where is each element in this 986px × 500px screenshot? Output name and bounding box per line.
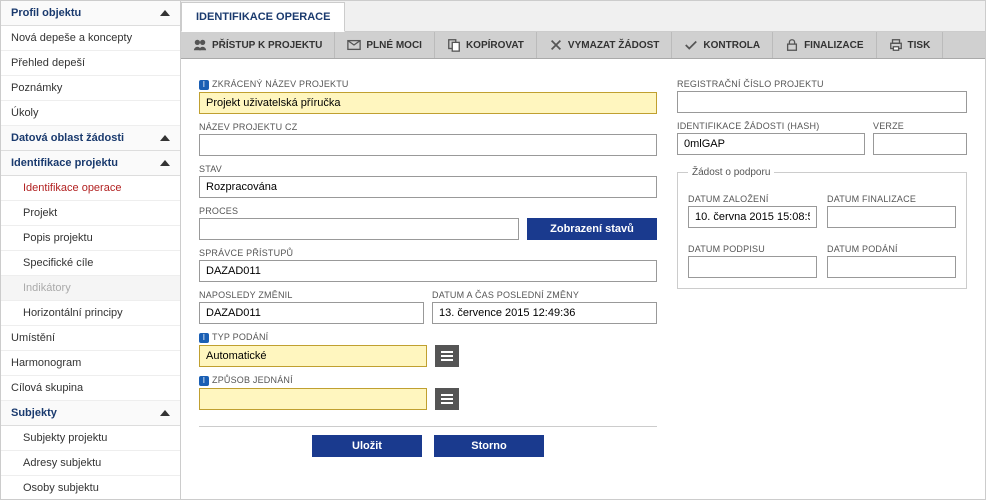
sidebar-label: Identifikace projektu <box>11 157 118 169</box>
tool-plne-moci[interactable]: PLNÉ MOCI <box>335 32 435 58</box>
copy-icon <box>447 38 461 52</box>
dat-finalizace-input[interactable] <box>827 206 956 228</box>
tool-pristup[interactable]: PŘÍSTUP K PROJEKTU <box>181 32 335 58</box>
verze-label: VERZE <box>873 121 967 131</box>
proces-input[interactable] <box>199 218 519 240</box>
cancel-button[interactable]: Storno <box>434 435 544 457</box>
tool-label: TISK <box>908 40 931 51</box>
sidebar-harmonogram[interactable]: Harmonogram <box>1 351 180 376</box>
naposledy-input[interactable] <box>199 302 424 324</box>
naposledy-label: NAPOSLEDY ZMĚNIL <box>199 290 424 300</box>
content: iZKRÁCENÝ NÁZEV PROJEKTU NÁZEV PROJEKTU … <box>181 59 985 499</box>
tool-tisk[interactable]: TISK <box>877 32 944 58</box>
toolbar: PŘÍSTUP K PROJEKTU PLNÉ MOCI KOPÍROVAT V… <box>181 32 985 59</box>
spravce-label: SPRÁVCE PŘÍSTUPŮ <box>199 248 657 258</box>
proces-label: PROCES <box>199 206 519 216</box>
dat-podani-input[interactable] <box>827 256 956 278</box>
sidebar-osoby-subjektu[interactable]: Osoby subjektu <box>1 476 180 499</box>
sidebar-horizontalni-principy[interactable]: Horizontální principy <box>1 301 180 326</box>
tab-identifikace-operace[interactable]: IDENTIFIKACE OPERACE <box>181 2 345 32</box>
sidebar-label: Subjekty <box>11 407 57 419</box>
tool-label: PŘÍSTUP K PROJEKTU <box>212 40 322 51</box>
dat-podani-label: DATUM PODÁNÍ <box>827 244 956 254</box>
chevron-up-icon <box>160 135 170 141</box>
hash-input[interactable] <box>677 133 865 155</box>
chevron-up-icon <box>160 160 170 166</box>
sidebar-prehled-depesi[interactable]: Přehled depeší <box>1 51 180 76</box>
hash-label: IDENTIFIKACE ŽÁDOSTI (HASH) <box>677 121 865 131</box>
sidebar-subjekty-projektu[interactable]: Subjekty projektu <box>1 426 180 451</box>
tool-kontrola[interactable]: KONTROLA <box>672 32 773 58</box>
sidebar-nova-depese[interactable]: Nová depeše a koncepty <box>1 26 180 51</box>
typ-podani-label: iTYP PODÁNÍ <box>199 332 427 343</box>
short-name-input[interactable] <box>199 92 657 114</box>
name-cz-label: NÁZEV PROJEKTU CZ <box>199 122 657 132</box>
lock-icon <box>785 38 799 52</box>
datum-zmeny-input[interactable] <box>432 302 657 324</box>
tool-label: KOPÍROVAT <box>466 40 524 51</box>
dat-podpisu-input[interactable] <box>688 256 817 278</box>
form-left: iZKRÁCENÝ NÁZEV PROJEKTU NÁZEV PROJEKTU … <box>199 71 657 487</box>
dat-zalozeni-label: DATUM ZALOŽENÍ <box>688 194 817 204</box>
sidebar-adresy-subjektu[interactable]: Adresy subjektu <box>1 451 180 476</box>
stav-label: STAV <box>199 164 657 174</box>
stav-input[interactable] <box>199 176 657 198</box>
main: IDENTIFIKACE OPERACE PŘÍSTUP K PROJEKTU … <box>181 1 985 499</box>
sidebar-popis-projektu[interactable]: Popis projektu <box>1 226 180 251</box>
spravce-input[interactable] <box>199 260 657 282</box>
dat-podpisu-label: DATUM PODPISU <box>688 244 817 254</box>
dat-finalizace-label: DATUM FINALIZACE <box>827 194 956 204</box>
footer-buttons: Uložit Storno <box>199 426 657 457</box>
sidebar-indikatory[interactable]: Indikátory <box>1 276 180 301</box>
sidebar-ukoly[interactable]: Úkoly <box>1 101 180 126</box>
save-button[interactable]: Uložit <box>312 435 422 457</box>
tool-finalizace[interactable]: FINALIZACE <box>773 32 876 58</box>
check-icon <box>684 38 698 52</box>
verze-input[interactable] <box>873 133 967 155</box>
sidebar-label: Profil objektu <box>11 7 81 19</box>
reg-cislo-label: REGISTRAČNÍ ČÍSLO PROJEKTU <box>677 79 967 89</box>
people-icon <box>193 38 207 52</box>
tool-kopirovat[interactable]: KOPÍROVAT <box>435 32 537 58</box>
tool-label: PLNÉ MOCI <box>366 40 422 51</box>
zadost-legend: Žádost o podporu <box>688 167 774 178</box>
dat-zalozeni-input[interactable] <box>688 206 817 228</box>
sidebar-specificke-cile[interactable]: Specifické cíle <box>1 251 180 276</box>
chevron-up-icon <box>160 410 170 416</box>
datum-zmeny-label: DATUM A ČAS POSLEDNÍ ZMĚNY <box>432 290 657 300</box>
sidebar-subjekty[interactable]: Subjekty <box>1 401 180 426</box>
tool-label: FINALIZACE <box>804 40 863 51</box>
sidebar-umisteni[interactable]: Umístění <box>1 326 180 351</box>
short-name-label: iZKRÁCENÝ NÁZEV PROJEKTU <box>199 79 657 90</box>
envelope-icon <box>347 38 361 52</box>
delete-icon <box>549 38 563 52</box>
zpusob-jednani-picker-button[interactable] <box>435 388 459 410</box>
sidebar-identifikace-operace[interactable]: Identifikace operace <box>1 176 180 201</box>
zpusob-jednani-label: iZPŮSOB JEDNÁNÍ <box>199 375 427 386</box>
typ-podani-input[interactable] <box>199 345 427 367</box>
sidebar-datova-oblast[interactable]: Datová oblast žádosti <box>1 126 180 151</box>
chevron-up-icon <box>160 10 170 16</box>
zpusob-jednani-input[interactable] <box>199 388 427 410</box>
print-icon <box>889 38 903 52</box>
sidebar-poznamky[interactable]: Poznámky <box>1 76 180 101</box>
name-cz-input[interactable] <box>199 134 657 156</box>
sidebar-profil-objektu[interactable]: Profil objektu <box>1 1 180 26</box>
tool-vymazat[interactable]: VYMAZAT ŽÁDOST <box>537 32 672 58</box>
typ-podani-picker-button[interactable] <box>435 345 459 367</box>
zadost-fieldset: Žádost o podporu DATUM ZALOŽENÍ DATUM FI… <box>677 167 967 289</box>
tool-label: VYMAZAT ŽÁDOST <box>568 40 659 51</box>
tab-row: IDENTIFIKACE OPERACE <box>181 1 985 32</box>
sidebar-cilova-skupina[interactable]: Cílová skupina <box>1 376 180 401</box>
sidebar: Profil objektu Nová depeše a koncepty Př… <box>1 1 181 499</box>
tool-label: KONTROLA <box>703 40 760 51</box>
reg-cislo-input[interactable] <box>677 91 967 113</box>
zobrazeni-stavu-button[interactable]: Zobrazení stavů <box>527 218 657 240</box>
form-right: REGISTRAČNÍ ČÍSLO PROJEKTU IDENTIFIKACE … <box>677 71 967 487</box>
sidebar-identifikace-projektu[interactable]: Identifikace projektu <box>1 151 180 176</box>
sidebar-label: Datová oblast žádosti <box>11 132 124 144</box>
sidebar-projekt[interactable]: Projekt <box>1 201 180 226</box>
